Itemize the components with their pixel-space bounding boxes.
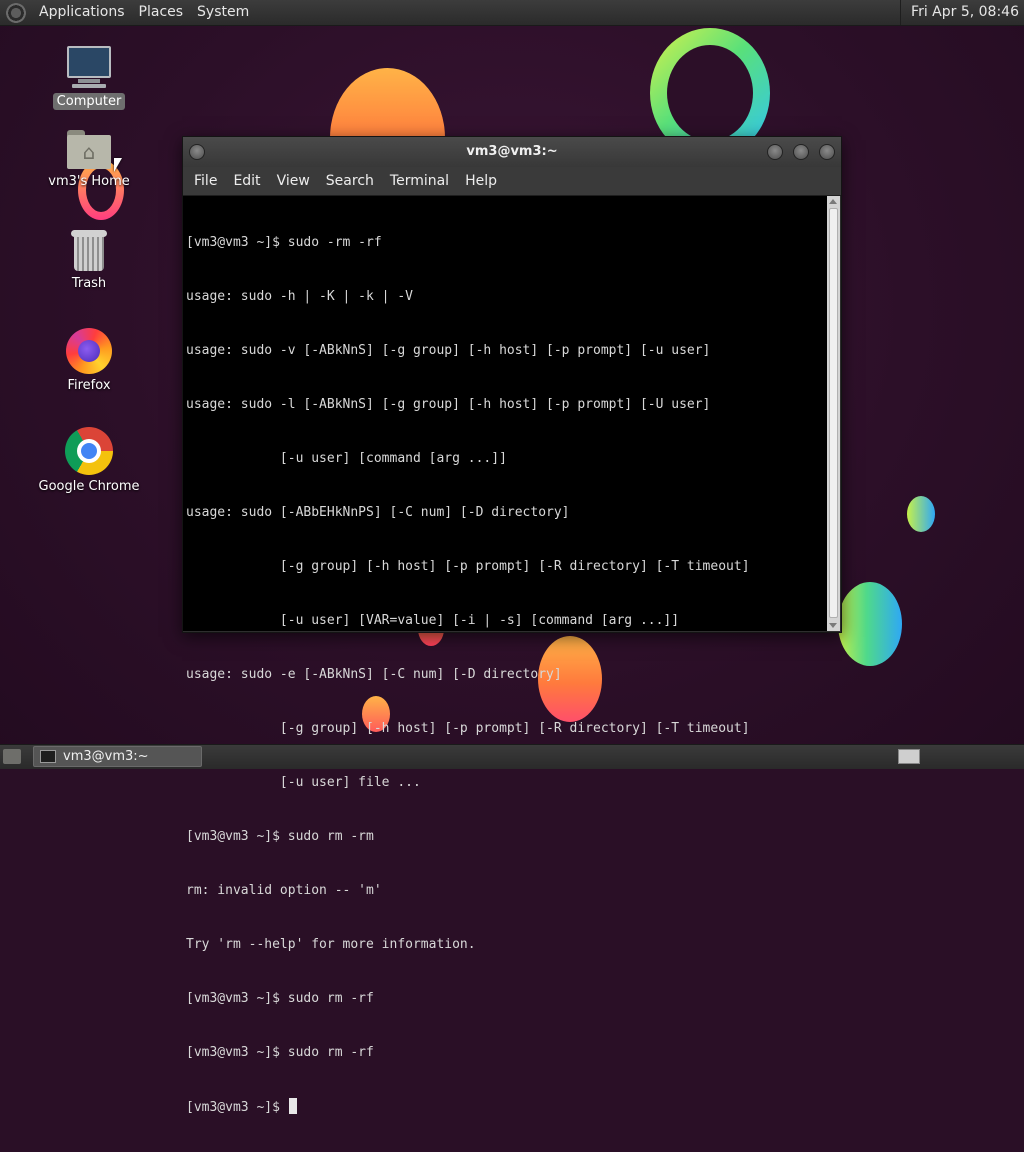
wallpaper-small-green-blob [907, 496, 935, 532]
menu-edit[interactable]: Edit [225, 167, 268, 195]
bottom-panel: vm3@vm3:~ [0, 744, 1024, 769]
terminal-output[interactable]: [vm3@vm3 ~]$ sudo -rm -rf usage: sudo -h… [183, 196, 827, 1115]
scroll-up-arrow-icon[interactable] [829, 199, 837, 204]
firefox-icon [66, 328, 112, 374]
window-title: vm3@vm3:~ [466, 144, 558, 159]
terminal-line: usage: sudo [-ABbEHkNnPS] [-C num] [-D d… [186, 505, 570, 520]
desktop-icon-computer[interactable]: Computer [34, 46, 144, 110]
close-button[interactable] [819, 144, 835, 160]
terminal-line: usage: sudo -e [-ABkNnS] [-C num] [-D di… [186, 667, 562, 682]
menu-terminal[interactable]: Terminal [382, 167, 457, 195]
applications-logo-icon[interactable] [6, 2, 26, 23]
desktop-icon-chrome[interactable]: Google Chrome [34, 427, 144, 495]
places-menu[interactable]: Places [132, 0, 191, 25]
text-cursor [288, 1098, 297, 1114]
taskbar-item-label: vm3@vm3:~ [63, 749, 149, 764]
terminal-line: [vm3@vm3 ~]$ sudo rm -rf [186, 1045, 374, 1060]
terminal-line: Try 'rm --help' for more information. [186, 937, 476, 952]
terminal-line: [-u user] [command [arg ...]] [186, 451, 507, 466]
menu-search[interactable]: Search [318, 167, 382, 195]
desktop-icon-label: Computer [52, 93, 126, 110]
trash-icon [71, 230, 107, 272]
wallpaper-green-blob [838, 582, 902, 666]
menu-file[interactable]: File [186, 167, 225, 195]
home-folder-icon: ⌂ [67, 130, 111, 170]
applications-menu[interactable]: Applications [32, 0, 132, 25]
show-desktop-icon[interactable] [3, 749, 21, 764]
terminal-line: [-u user] file ... [186, 775, 421, 790]
terminal-scrollbar[interactable] [827, 196, 840, 631]
window-menu-button[interactable] [189, 144, 205, 160]
terminal-window[interactable]: vm3@vm3:~ File Edit View Search Terminal… [182, 136, 842, 1115]
terminal-menubar: File Edit View Search Terminal Help [183, 167, 841, 196]
desktop-icon-home[interactable]: ⌂ vm3's Home [34, 130, 144, 190]
desktop-icon-label: Firefox [67, 378, 111, 393]
workspace-switcher[interactable] [898, 749, 920, 764]
mouse-pointer-icon [114, 158, 122, 172]
terminal-text: [vm3@vm3 ~]$ sudo -rm -rf usage: sudo -h… [186, 198, 750, 1152]
top-panel: Applications Places System Fri Apr 5, 08… [0, 0, 1024, 26]
desktop-icon-label: Trash [71, 276, 107, 291]
terminal-line: [vm3@vm3 ~]$ sudo rm -rm [186, 829, 374, 844]
scroll-down-arrow-icon[interactable] [829, 623, 837, 628]
terminal-line: rm: invalid option -- 'm' [186, 883, 382, 898]
desktop-icon-label: vm3's Home [48, 174, 130, 189]
terminal-line: usage: sudo -v [-ABkNnS] [-g group] [-h … [186, 343, 711, 358]
terminal-line: [-g group] [-h host] [-p prompt] [-R dir… [186, 559, 750, 574]
minimize-button[interactable] [767, 144, 783, 160]
clock[interactable]: Fri Apr 5, 08:46 [900, 0, 1024, 25]
terminal-line: [-u user] [VAR=value] [-i | -s] [command… [186, 613, 680, 628]
terminal-icon [40, 750, 56, 763]
computer-icon [66, 46, 112, 90]
system-menu[interactable]: System [190, 0, 256, 25]
terminal-line: [vm3@vm3 ~]$ sudo -rm -rf [186, 235, 382, 250]
desktop-icon-label: Google Chrome [38, 479, 140, 494]
desktop-icon-firefox[interactable]: Firefox [34, 328, 144, 394]
terminal-prompt-line: [vm3@vm3 ~]$ [186, 1098, 750, 1116]
desktop-icon-trash[interactable]: Trash [34, 230, 144, 292]
terminal-line: usage: sudo -h | -K | -k | -V [186, 289, 413, 304]
window-titlebar[interactable]: vm3@vm3:~ [183, 137, 841, 167]
terminal-prompt: [vm3@vm3 ~]$ [186, 1100, 288, 1115]
terminal-line: [vm3@vm3 ~]$ sudo rm -rf [186, 991, 374, 1006]
maximize-button[interactable] [793, 144, 809, 160]
menu-view[interactable]: View [269, 167, 318, 195]
terminal-line: usage: sudo -l [-ABkNnS] [-g group] [-h … [186, 397, 711, 412]
taskbar-item-terminal[interactable]: vm3@vm3:~ [33, 746, 202, 767]
chrome-icon [65, 427, 113, 475]
menu-help[interactable]: Help [457, 167, 505, 195]
scrollbar-thumb[interactable] [829, 208, 838, 618]
terminal-line: [-g group] [-h host] [-p prompt] [-R dir… [186, 721, 750, 736]
